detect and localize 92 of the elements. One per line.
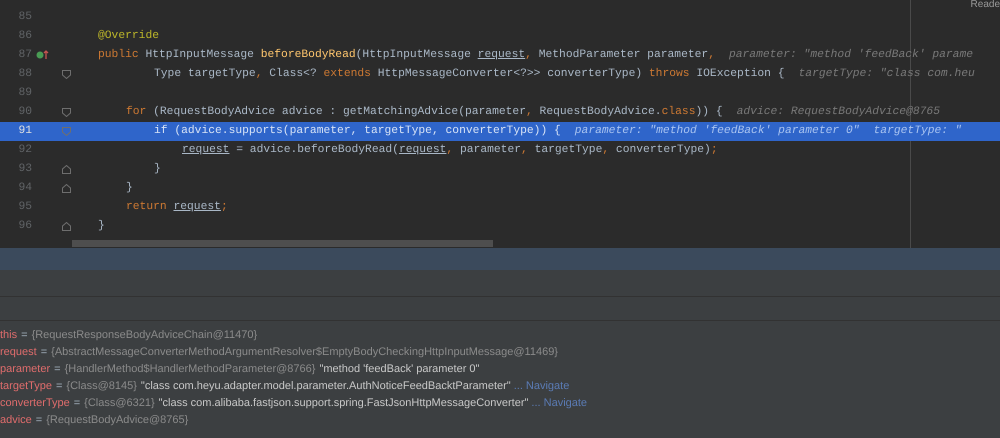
code-token: @Override (98, 28, 160, 44)
code-token: Type targetType (154, 67, 256, 82)
line-number: 87 (17, 48, 33, 64)
variable-string: "method 'feedBack' parameter 0" (319, 362, 480, 377)
navigate-link[interactable]: ... Navigate (514, 378, 570, 395)
line-number: 96 (17, 219, 33, 234)
code-token: HttpInputMessage (145, 48, 255, 64)
equals-sign: = (21, 328, 28, 343)
variable-name[interactable]: request (0, 344, 37, 361)
code-token: (advice.supports(parameter (174, 124, 351, 140)
horizontal-scrollbar[interactable] (72, 240, 493, 247)
line-number: 88 (17, 67, 33, 82)
code-token: (HttpInputMessage (356, 48, 472, 64)
fold-icon[interactable] (62, 70, 71, 79)
line-number: 90 (17, 105, 33, 120)
code-token: Class<? (269, 66, 318, 82)
inline-value-hint: parameter: "method 'feedBack' parameter 0" (574, 124, 860, 140)
line-number: 92 (17, 143, 33, 158)
line-number: 94 (17, 181, 33, 196)
variable-string: "class com.heyu.adapter.model.parameter.AuthNoticeFeedBacktParameter" (140, 379, 511, 394)
code-token: request (173, 200, 221, 216)
variable-name[interactable]: advice (0, 412, 32, 429)
variable-value: {Class@6321} (84, 396, 155, 411)
inline-value-hint: targetType: "class com.heu (798, 66, 975, 82)
code-token: ; (710, 143, 718, 158)
fold-icon[interactable] (62, 184, 71, 193)
equals-sign: = (40, 345, 48, 360)
variable-name[interactable]: this (0, 327, 18, 344)
variable-string: "class com.alibaba.fastjson.support.spring.FastJsonHttpMessageConverter" (158, 396, 528, 411)
line-number: 93 (17, 162, 33, 178)
code-token: } (154, 162, 161, 178)
line-number: 89 (17, 86, 33, 102)
code-token: , (350, 124, 358, 140)
code-token: } (98, 218, 105, 234)
code-token: HttpMessageConverter<?>> converterType) (378, 66, 644, 82)
code-token: (RequestBodyAdvice advice : getMatchingAdvice(parameter (153, 104, 526, 120)
code-token: } (126, 180, 133, 196)
inline-value-hint: parameter: "method 'feedBack' parame (728, 48, 974, 64)
equals-sign: = (56, 379, 62, 394)
code-token: , (525, 48, 533, 64)
code-token: request (182, 143, 230, 158)
code-token: = advice.beforeBodyRead( (235, 142, 399, 158)
code-token: , (602, 143, 610, 158)
override-marker-icon[interactable] (36, 50, 50, 60)
code-token: targetType (534, 143, 602, 158)
code-token: if (154, 124, 169, 140)
code-token: extends (324, 66, 372, 82)
code-token: , (708, 48, 715, 64)
code-token: )) { (695, 104, 723, 120)
code-token: request (478, 48, 526, 64)
line-number: 85 (17, 10, 33, 26)
reader-mode-label[interactable]: Reade (970, 0, 1000, 12)
code-token: converterType) (616, 142, 711, 158)
variable-name[interactable]: targetType (0, 378, 52, 395)
variable-value: {RequestBodyAdvice@8765} (46, 413, 188, 428)
equals-sign: = (54, 362, 61, 377)
inline-value-hint: advice: RequestBodyAdvice@8765 (736, 104, 940, 120)
equals-sign: = (36, 413, 42, 428)
inline-value-hint: targetType: " (874, 124, 962, 140)
variable-value: {Class@8145} (66, 379, 137, 394)
code-token: return (126, 200, 168, 216)
variable-name[interactable]: parameter (0, 361, 50, 378)
code-token: , (446, 143, 454, 158)
code-token: , (432, 124, 440, 140)
code-token: IOException { (696, 66, 785, 82)
code-token: targetType (364, 124, 432, 140)
variable-value: {AbstractMessageConverterMethodArgumentResolver$EmptyBodyCheckingHttpInputMessage@11469} (51, 345, 558, 360)
line-number: 91 (17, 124, 33, 140)
code-token: class (662, 104, 696, 120)
code-token: , (256, 67, 264, 82)
line-number: 86 (17, 29, 33, 44)
code-token: throws (648, 66, 691, 82)
code-token: MethodParameter parameter (538, 48, 708, 64)
navigate-link[interactable]: ... Navigate (531, 395, 588, 412)
code-token: RequestBodyAdvice. (540, 104, 662, 120)
code-token: ; (220, 200, 228, 216)
code-token: request (398, 143, 446, 158)
fold-icon[interactable] (62, 165, 71, 174)
variable-value: {HandlerMethod$HandlerMethodParameter@8766} (64, 362, 316, 377)
code-token: converterType)) { (446, 124, 561, 140)
fold-icon[interactable] (62, 222, 71, 231)
code-token: beforeBodyRead (260, 48, 356, 64)
code-token: parameter (460, 143, 521, 158)
fold-icon[interactable] (62, 108, 71, 117)
equals-sign: = (74, 396, 80, 411)
line-number: 95 (17, 200, 33, 216)
variable-name[interactable]: converterType (0, 395, 70, 412)
code-token: , (521, 143, 529, 158)
code-token: public (98, 48, 140, 64)
variable-value: {RequestResponseBodyAdviceChain@11470} (32, 328, 258, 343)
code-token: , (526, 105, 534, 120)
code-token: for (126, 104, 148, 120)
